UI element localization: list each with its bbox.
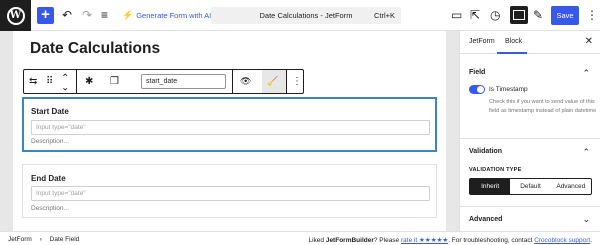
toggle-help-text: Check this if you want to send value of … — [489, 99, 597, 114]
wordpress-logo-button[interactable]: W — [0, 0, 31, 31]
editor-page: Date Calculations ⇆ ⠿ ⌃ ⌃ ✱ ❐ start_date… — [13, 31, 446, 231]
toolbar-divider — [76, 70, 77, 93]
support-link[interactable]: Crocoblock support — [534, 237, 590, 244]
brush-icon[interactable]: 🧹 — [267, 75, 278, 88]
editor-canvas: Date Calculations ⇆ ⠿ ⌃ ⌃ ✱ ❐ start_date… — [0, 31, 459, 231]
toolbar-divider — [232, 70, 233, 93]
field-description[interactable]: Description... — [31, 138, 69, 145]
validation-option-advanced[interactable]: Advanced — [551, 179, 591, 194]
start-date-field-block[interactable]: Start Date Input type="date" Description… — [22, 97, 437, 152]
redo-icon[interactable]: ↷ — [82, 8, 92, 22]
is-timestamp-toggle[interactable] — [469, 85, 485, 94]
end-date-field-block[interactable]: End Date Input type="date" Description..… — [22, 164, 437, 218]
validation-option-inherit[interactable]: Inherit — [470, 179, 511, 194]
revisions-icon[interactable]: ◷ — [490, 8, 500, 22]
styles-brush-icon[interactable]: ✎ — [533, 8, 543, 22]
move-down-icon[interactable]: ⌃ — [61, 79, 69, 92]
active-tab-indicator — [497, 52, 527, 54]
breadcrumb-item[interactable]: Date Field — [50, 236, 80, 243]
editor-footer: JetForm › Date Field Liked JetFormBuilde… — [0, 231, 600, 245]
wordpress-icon: W — [6, 6, 25, 25]
more-options-icon[interactable]: ⋮ — [586, 8, 598, 22]
list-view-icon[interactable]: ≡ — [101, 8, 108, 22]
settings-sidebar-toggle[interactable] — [510, 6, 528, 24]
validation-section-title[interactable]: Validation — [469, 148, 502, 155]
validation-type-segmented: Inherit Default Advanced — [469, 178, 592, 195]
field-section-title[interactable]: Field — [469, 69, 485, 76]
section-divider — [460, 206, 600, 207]
footer-text: Liked — [308, 237, 326, 244]
add-block-button[interactable]: + — [37, 7, 54, 24]
date-input-preview[interactable]: Input type="date" — [31, 120, 430, 135]
field-label[interactable]: Start Date — [31, 107, 69, 116]
page-title[interactable]: Date Calculations — [30, 40, 160, 58]
toggle-label: Is Timestamp — [489, 86, 528, 93]
tab-block[interactable]: Block — [505, 38, 522, 45]
chevron-down-icon[interactable]: ⌄ — [582, 214, 590, 224]
breadcrumb-item[interactable]: JetForm — [8, 236, 32, 243]
generate-form-label: Generate Form with AI — [136, 11, 212, 20]
footer-text: . — [590, 237, 592, 244]
copy-icon[interactable]: ❐ — [110, 75, 119, 88]
preview-icon[interactable]: ▭ — [451, 8, 462, 22]
required-asterisk-icon[interactable]: ✱ — [85, 75, 93, 88]
breadcrumb: JetForm › Date Field — [8, 236, 79, 243]
rate-link[interactable]: rate it ★★★★★ — [401, 237, 448, 244]
document-title: Date Calculations - JetForm — [259, 11, 353, 20]
product-name: JetFormBuilder — [325, 237, 374, 244]
toggle-knob — [477, 86, 484, 93]
chevron-up-icon[interactable]: ⌃ — [582, 147, 590, 157]
footer-text: ? Please — [373, 237, 401, 244]
editor-top-bar: W + ↶ ↷ ≡ ⚡ Generate Form with AI Date C… — [0, 0, 600, 31]
shortcut-hint: Ctrl+K — [373, 11, 395, 20]
validation-type-label: VALIDATION TYPE — [469, 167, 522, 173]
transform-block-icon[interactable]: ⇆ — [29, 75, 37, 88]
toolbar-divider — [286, 70, 287, 93]
tab-jetform[interactable]: JetForm — [469, 38, 495, 45]
date-input-preview[interactable]: Input type="date" — [31, 186, 430, 201]
magic-wand-icon: ⚡ — [122, 10, 134, 20]
footer-rating-note: Liked JetFormBuilder? Please rate it ★★★… — [308, 236, 592, 244]
advanced-section-title[interactable]: Advanced — [469, 216, 502, 223]
generate-form-ai-button[interactable]: ⚡ Generate Form with AI — [122, 10, 211, 21]
chevron-up-icon[interactable]: ⌃ — [582, 68, 590, 78]
visibility-eye-icon[interactable]: 👁 — [240, 75, 251, 88]
block-options-icon[interactable]: ⋮ — [292, 75, 302, 88]
field-label[interactable]: End Date — [31, 174, 66, 183]
field-name-input[interactable]: start_date — [141, 74, 226, 89]
close-icon[interactable]: ✕ — [585, 36, 593, 48]
block-toolbar: ⇆ ⠿ ⌃ ⌃ ✱ ❐ start_date 👁 🧹 ⋮ — [23, 69, 304, 94]
footer-text: . For troubleshooting, contact — [448, 237, 535, 244]
sidebar-icon — [513, 10, 525, 20]
sidebar-tabs: JetForm Block ✕ — [460, 31, 600, 54]
field-description[interactable]: Description... — [31, 205, 69, 212]
external-link-icon[interactable]: ⇱ — [470, 8, 480, 22]
breadcrumb-separator: › — [39, 236, 42, 243]
settings-sidebar: JetForm Block ✕ Field ⌃ Is Timestamp Che… — [459, 31, 600, 231]
section-divider — [460, 138, 600, 139]
save-button[interactable]: Save — [551, 6, 579, 25]
undo-icon[interactable]: ↶ — [62, 8, 72, 22]
drag-handle-icon[interactable]: ⠿ — [46, 75, 53, 88]
command-center[interactable]: Date Calculations - JetForm Ctrl+K — [211, 7, 401, 24]
validation-option-default[interactable]: Default — [510, 179, 550, 194]
